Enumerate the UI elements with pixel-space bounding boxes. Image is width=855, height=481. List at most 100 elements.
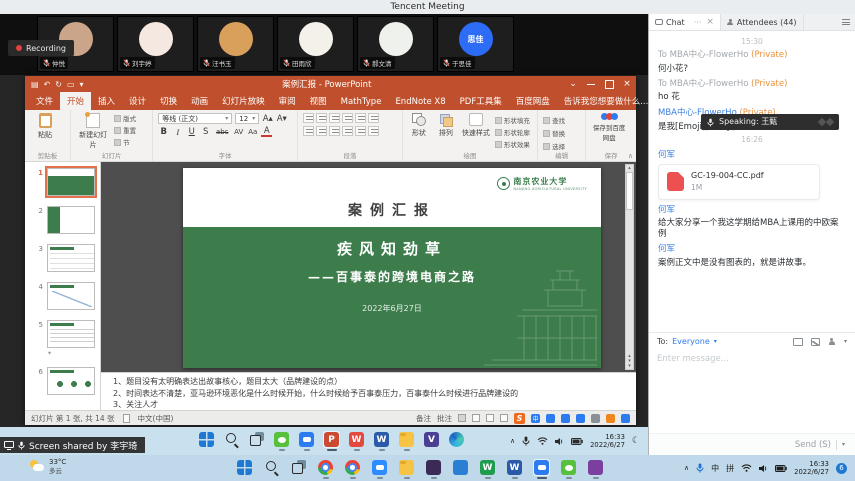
battery-icon[interactable] — [571, 438, 583, 445]
align-right-icon[interactable] — [329, 126, 340, 136]
tab-view[interactable]: 视图 — [303, 92, 334, 110]
slide-thumb-4[interactable]: 4 ✦ — [25, 282, 100, 310]
file-explorer-icon[interactable] — [398, 459, 415, 476]
ime-mode-toggle[interactable]: 拼 — [726, 463, 734, 474]
find-button[interactable]: 查找 — [543, 115, 565, 125]
ime-skin-icon[interactable] — [606, 414, 615, 423]
tab-insert[interactable]: 插入 — [91, 92, 122, 110]
normal-view-icon[interactable] — [458, 414, 466, 422]
word-icon[interactable]: W — [373, 431, 390, 448]
qat-dropdown-icon[interactable]: ▾ — [80, 80, 84, 89]
app-grid-icon[interactable] — [452, 459, 469, 476]
word-icon[interactable]: W — [506, 459, 523, 476]
slide-thumb-5[interactable]: 5 ✦ — [25, 320, 100, 357]
bold-button[interactable]: B — [158, 127, 169, 137]
message-input[interactable]: Enter message... — [649, 350, 855, 433]
justify-icon[interactable] — [342, 126, 353, 136]
mic-icon[interactable] — [522, 436, 530, 446]
arrange-button[interactable]: 排列 — [435, 113, 457, 149]
visio-icon[interactable]: V — [423, 431, 440, 448]
video-tile-2[interactable]: 刘宇婷 — [117, 16, 194, 72]
undo-icon[interactable]: ↶ — [44, 80, 51, 89]
slide-sorter-icon[interactable] — [472, 414, 480, 422]
tab-attendees[interactable]: Attendees (44) — [721, 14, 804, 30]
bullets-icon[interactable] — [303, 113, 314, 123]
shape-fill-button[interactable]: 形状填充 — [495, 115, 530, 125]
start-icon[interactable] — [236, 459, 253, 476]
ime-cn-icon[interactable]: 中 — [531, 414, 540, 423]
line-spacing-icon[interactable] — [355, 113, 366, 123]
change-case-button[interactable]: Aa — [247, 128, 258, 136]
search-icon[interactable] — [223, 431, 240, 448]
new-slide-button[interactable]: 新建幻灯片 — [76, 113, 110, 150]
redo-icon[interactable]: ↻ — [55, 80, 62, 89]
browser-icon[interactable] — [317, 459, 334, 476]
quick-styles-button[interactable]: 快速样式 — [462, 113, 490, 149]
tab-file[interactable]: 文件 — [29, 92, 60, 110]
focus-assist-moon-icon[interactable]: ☾ — [632, 436, 640, 446]
tab-home[interactable]: 开始 — [60, 92, 91, 110]
slideshow-icon[interactable]: ▭ — [67, 80, 75, 89]
scroll-down-icon[interactable]: ▾ — [628, 364, 631, 369]
shape-effects-button[interactable]: 形状效果 — [495, 139, 530, 149]
wps-green-icon[interactable]: W — [479, 459, 496, 476]
replace-button[interactable]: 替换 — [543, 128, 565, 138]
shadow-button[interactable]: S — [200, 127, 211, 137]
wifi-icon[interactable] — [537, 437, 548, 445]
slide-thumb-2[interactable]: 2 ✦ — [25, 206, 100, 234]
task-view-icon[interactable] — [248, 431, 265, 448]
reset-button[interactable]: 重置 — [114, 125, 136, 135]
decrease-font-icon[interactable]: A▾ — [276, 114, 287, 124]
notes-pane[interactable]: 1、题目没有太明确表达出故事核心，题目太大（品牌建设的点）2、时间表达不清楚，亚… — [101, 372, 636, 410]
sogou-ime-icon[interactable]: S — [514, 413, 525, 424]
game-app-icon[interactable] — [425, 459, 442, 476]
powerpoint-icon[interactable]: P — [323, 431, 340, 448]
mention-caret-icon[interactable]: ▾ — [844, 338, 847, 345]
clock[interactable]: 16:332022/6/27 — [590, 433, 625, 449]
video-tile-5[interactable]: 郝文清 — [357, 16, 434, 72]
align-left-icon[interactable] — [303, 126, 314, 136]
send-button[interactable]: Send (S) — [795, 440, 831, 450]
file-attachment[interactable]: GC-19-004-CC.pdf 1M — [658, 164, 820, 199]
clock[interactable]: 16:332022/6/27 — [794, 460, 829, 476]
ribbon-display-icon[interactable]: ⌄ — [564, 76, 582, 92]
mention-icon[interactable] — [828, 338, 836, 346]
scrollbar-thumb[interactable] — [626, 172, 633, 210]
ime-mic-icon[interactable] — [561, 414, 570, 423]
chat-tab-close-icon[interactable]: × — [706, 17, 714, 27]
tab-pdf-tools[interactable]: PDF工具集 — [453, 92, 509, 110]
wps-icon[interactable]: W — [348, 431, 365, 448]
wechat-icon[interactable] — [273, 431, 290, 448]
shapes-button[interactable]: 形状 — [408, 113, 430, 149]
speaker-icon[interactable] — [555, 437, 564, 446]
save-to-baidu-button[interactable]: 保存到百度网盘 — [591, 113, 627, 142]
increase-font-icon[interactable]: A▴ — [262, 114, 273, 124]
wechat-icon[interactable] — [560, 459, 577, 476]
font-name-select[interactable]: 等线 (正文)▾ — [158, 113, 232, 124]
edge-icon[interactable] — [448, 431, 465, 448]
close-button[interactable]: × — [618, 76, 636, 92]
meeting-camera-app-icon[interactable] — [371, 459, 388, 476]
underline-button[interactable]: U — [186, 127, 197, 137]
ime-person-icon[interactable] — [591, 414, 600, 423]
speaker-icon[interactable] — [759, 464, 768, 473]
slide[interactable]: 南京农业大学 NANJING AGRICULTURAL UNIVERSITY 案… — [183, 168, 601, 368]
font-size-select[interactable]: 12▾ — [235, 113, 259, 124]
columns-icon[interactable] — [355, 126, 366, 136]
section-button[interactable]: 节 — [114, 137, 136, 147]
recipient-select[interactable]: Everyone — [672, 337, 710, 346]
tab-transitions[interactable]: 切换 — [153, 92, 184, 110]
chrome-icon[interactable] — [344, 459, 361, 476]
mic-icon[interactable] — [696, 463, 704, 473]
ime-toolbox-icon[interactable] — [621, 414, 630, 423]
slideshow-view-icon[interactable] — [500, 414, 508, 422]
hidden-icons-chevron[interactable]: ∧ — [510, 437, 515, 445]
language-indicator[interactable]: 中文(中国) — [138, 413, 174, 424]
screenshot-icon[interactable] — [793, 338, 803, 346]
tab-mathtype[interactable]: MathType — [334, 94, 389, 110]
video-tile-6[interactable]: 思佳 于思佳 — [437, 16, 514, 72]
strikethrough-button[interactable]: abc — [214, 128, 230, 136]
increase-indent-icon[interactable] — [342, 113, 353, 123]
reading-view-icon[interactable] — [486, 414, 494, 422]
chat-tab-menu-icon[interactable]: ··· — [694, 18, 702, 27]
